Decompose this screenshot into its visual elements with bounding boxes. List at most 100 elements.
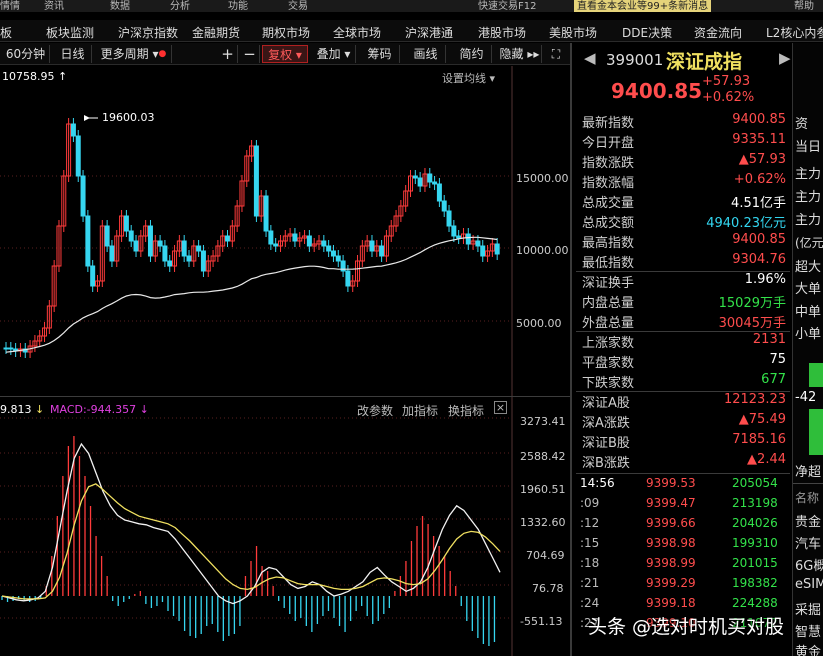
quote-label: 上涨家数: [582, 336, 635, 351]
candle-body: [465, 233, 471, 245]
nav-item[interactable]: 金融期货: [192, 24, 240, 41]
candle-body: [432, 181, 438, 185]
tick-time: :24: [580, 596, 600, 610]
candle-body: [326, 245, 332, 252]
candle-body: [128, 230, 134, 242]
next-index-icon[interactable]: ▶: [779, 49, 791, 67]
quick-trade-link[interactable]: 快速交易F12: [478, 0, 536, 12]
ma-settings-button[interactable]: 设置均线 ▾: [442, 70, 495, 86]
candlestick-series: [3, 118, 500, 358]
candle-body: [436, 183, 442, 202]
nav-item[interactable]: 全球市场: [333, 24, 381, 41]
capital-flow-label: 中单: [795, 305, 822, 320]
nav-item[interactable]: 期权市场: [262, 24, 310, 41]
help-menu[interactable]: 帮助: [794, 0, 814, 12]
nav-item[interactable]: 板块监测: [46, 24, 94, 41]
change-params-button[interactable]: 改参数: [357, 402, 393, 419]
ma-settings-label: 设置均线: [442, 72, 486, 85]
candle-body: [133, 240, 139, 252]
zoom-out-button[interactable]: −: [240, 45, 260, 63]
quote-value: 12123.23: [723, 392, 786, 407]
candle-body: [196, 245, 202, 252]
index-name: 深证成指: [666, 51, 743, 73]
sector-item[interactable]: 汽车: [795, 533, 821, 552]
menu-item[interactable]: 分析: [170, 0, 190, 12]
simple-mode-button[interactable]: 简约: [452, 45, 492, 63]
tick-price: 9399.47: [646, 496, 696, 510]
quote-label: 平盘家数: [582, 356, 635, 371]
restore-rights-button[interactable]: 复权 ▾: [262, 45, 308, 63]
switch-indicator-button[interactable]: 换指标: [448, 402, 484, 419]
tick-time: 14:56: [580, 476, 615, 490]
quote-row: 总成交额 4940.23亿元: [578, 212, 790, 232]
nav-item[interactable]: DDE决策: [622, 24, 672, 41]
chart-toolbar: 60分钟 日线 更多周期 ▾● + − 复权 ▾ 叠加 ▾ 筹码 画线 简约 隐…: [0, 43, 570, 65]
kline-chart[interactable]: [0, 66, 570, 656]
prev-index-icon[interactable]: ◀: [584, 49, 596, 67]
nav-item[interactable]: 美股市场: [549, 24, 597, 41]
candle-body: [123, 215, 129, 232]
tick-vol: 204026: [732, 516, 778, 530]
dif-label: 9.813 ↓: [0, 403, 44, 416]
capital-flow-tab[interactable]: 资: [795, 113, 808, 132]
candle-body: [494, 243, 500, 255]
tick-row: :21 9399.29 198382: [578, 576, 790, 596]
quote-row: 最低指数 9304.76: [578, 252, 790, 272]
nav-item[interactable]: 沪深京指数: [118, 24, 178, 41]
sector-item[interactable]: 采掘: [795, 599, 821, 618]
macd-tick-label: 704.69: [526, 549, 565, 562]
menu-item[interactable]: 交易: [288, 0, 308, 12]
quote-row: 平盘家数 75: [578, 352, 790, 372]
panel-divider-vertical: [570, 43, 572, 656]
sector-item[interactable]: 贵金: [795, 511, 821, 530]
nav-item[interactable]: L2核心内参: [766, 24, 823, 41]
zoom-in-button[interactable]: +: [218, 45, 238, 63]
tick-price: 9399.18: [646, 596, 696, 610]
menu-item[interactable]: 资讯: [44, 0, 64, 12]
index-price: 9400.85: [611, 79, 703, 103]
quote-value: 2131: [752, 332, 786, 347]
candle-body: [3, 347, 9, 350]
close-icon[interactable]: ×: [494, 401, 507, 414]
sector-item[interactable]: 6G概: [795, 555, 823, 574]
net-flow-bar: [809, 409, 823, 455]
nav-item[interactable]: 资金流向: [694, 24, 742, 41]
market-nav-bar: 板 板块监测 沪深京指数 金融期货 期权市场 全球市场 沪深港通 港股市场 美股…: [0, 20, 823, 42]
quote-row: 最高指数 9400.85: [578, 232, 790, 252]
nav-item[interactable]: 沪深港通: [405, 24, 453, 41]
news-highlight[interactable]: 直看金本会业等99+条新消息: [574, 0, 712, 12]
fullscreen-icon[interactable]: ⛶: [546, 45, 566, 63]
candle-body: [85, 215, 91, 267]
tick-row: :15 9398.98 199310: [578, 536, 790, 556]
overlay-button[interactable]: 叠加 ▾: [312, 45, 356, 63]
period-60min-button[interactable]: 60分钟: [2, 45, 50, 63]
more-periods-button[interactable]: 更多周期 ▾●: [96, 45, 172, 63]
sector-item[interactable]: 黄金: [795, 641, 821, 656]
quote-row: 指数涨幅 +0.62%: [578, 172, 790, 192]
period-day-button[interactable]: 日线: [54, 45, 92, 63]
moving-average-line: [5, 236, 498, 353]
menu-item[interactable]: 功能: [228, 0, 248, 12]
index-change-pct: +0.62%: [702, 90, 755, 105]
capital-flow-label: 小单: [795, 327, 822, 342]
quote-label: 内盘总量: [582, 296, 635, 311]
price-tick-label: 5000.00: [516, 317, 562, 330]
quote-label: 最新指数: [582, 116, 635, 131]
menu-item[interactable]: 情情: [0, 0, 20, 12]
sector-item[interactable]: 智慧: [795, 621, 821, 640]
nav-item[interactable]: 板: [0, 24, 12, 41]
panel-separator: [793, 483, 823, 484]
draw-line-button[interactable]: 画线: [406, 45, 446, 63]
hide-button[interactable]: 隐藏 ▸▸: [498, 45, 542, 63]
chips-button[interactable]: 筹码: [360, 45, 400, 63]
capital-flow-label: 大单: [795, 282, 822, 297]
nav-item[interactable]: 港股市场: [478, 24, 526, 41]
menu-item[interactable]: 数据: [110, 0, 130, 12]
add-indicator-button[interactable]: 加指标: [402, 402, 438, 419]
candle-body: [306, 235, 312, 247]
candle-body: [456, 235, 462, 239]
capital-flow-tab[interactable]: 当日: [795, 136, 821, 155]
sector-item[interactable]: eSIM: [795, 577, 823, 592]
quote-row: 今日开盘 9335.11: [578, 132, 790, 152]
tick-vol: 224288: [732, 596, 778, 610]
